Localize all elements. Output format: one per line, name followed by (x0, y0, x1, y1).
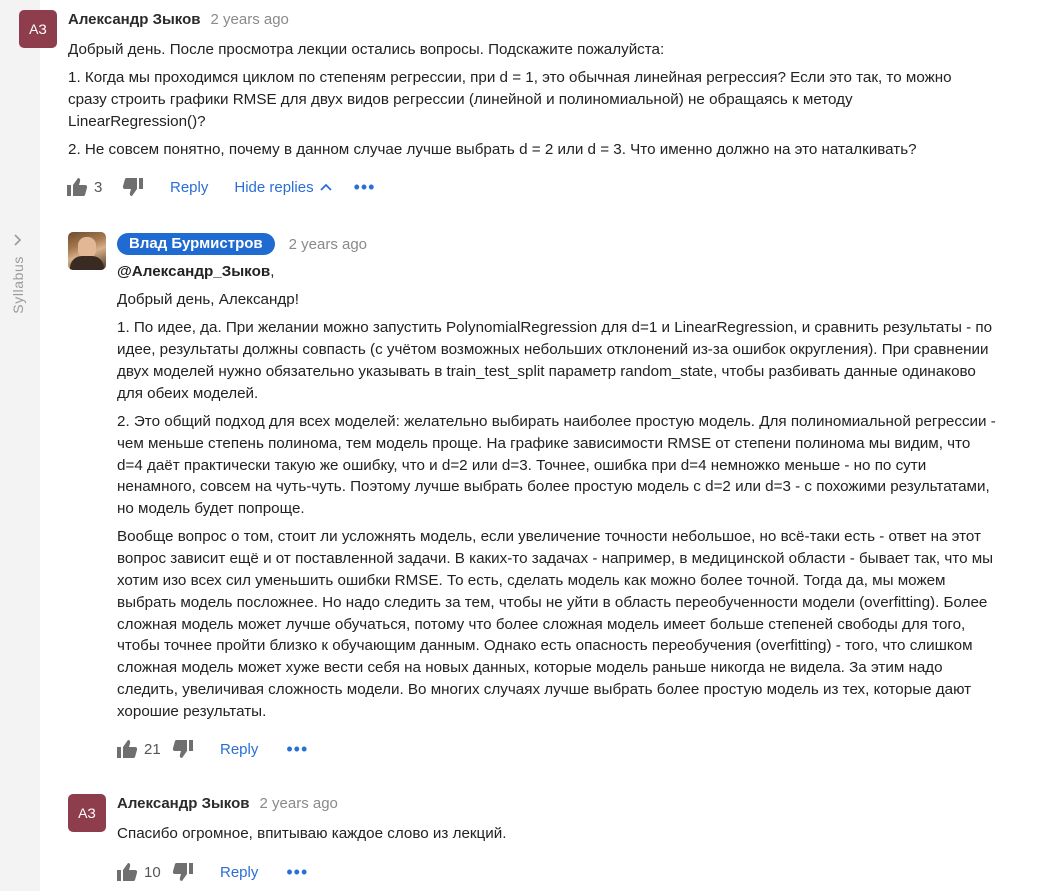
comment-header: Влад Бурмистров 2 years ago (117, 233, 367, 255)
reply-button[interactable]: Reply (220, 864, 258, 881)
avatar-photo-body (70, 256, 104, 270)
chevron-up-icon (319, 178, 332, 196)
comment-paragraph: 1. По идее, да. При желании можно запуст… (117, 319, 993, 402)
comment-paragraph: Спасибо огромное, впитываю каждое слово … (117, 825, 507, 842)
like-count: 21 (144, 740, 161, 758)
chevron-right-icon (13, 232, 23, 250)
mention-suffix: , (270, 263, 275, 280)
timestamp: 2 years ago (259, 795, 338, 812)
more-options-icon[interactable]: ••• (286, 863, 308, 881)
syllabus-toggle[interactable]: Syllabus (4, 232, 32, 322)
timestamp: 2 years ago (210, 11, 289, 28)
thumbs-down-icon[interactable] (172, 861, 194, 883)
comment-paragraph: 2. Не совсем понятно, почему в данном сл… (68, 140, 917, 158)
comment-header: Александр Зыков 2 years ago (68, 11, 289, 28)
author-badge[interactable]: Влад Бурмистров (117, 233, 275, 255)
author-name[interactable]: Александр Зыков (68, 11, 201, 28)
comment-paragraph: 1. Когда мы проходимся циклом по степеня… (68, 69, 952, 130)
mention-line: @Александр_Зыков, (117, 261, 997, 283)
thumbs-down-icon[interactable] (172, 738, 194, 760)
more-options-icon[interactable]: ••• (354, 178, 376, 196)
thumbs-up-icon[interactable] (116, 738, 138, 760)
comment-actions: 3 Reply Hide replies ••• (66, 175, 375, 199)
comment-header: Александр Зыков 2 years ago (117, 795, 338, 812)
hide-replies-label: Hide replies (234, 178, 314, 196)
thumbs-up-icon[interactable] (116, 861, 138, 883)
comment-actions: 21 Reply ••• (116, 737, 308, 761)
user-mention[interactable]: @Александр_Зыков (117, 263, 270, 280)
avatar-initials: АЗ (29, 21, 47, 37)
comment-actions: 10 Reply ••• (116, 860, 308, 884)
thumbs-down-icon[interactable] (122, 176, 144, 198)
syllabus-label: Syllabus (10, 256, 26, 314)
thumbs-up-icon[interactable] (66, 176, 88, 198)
comment-paragraph: Добрый день, Александр! (117, 291, 299, 309)
timestamp: 2 years ago (288, 235, 368, 253)
comment-body: Спасибо огромное, впитываю каждое слово … (117, 823, 997, 851)
comment-body: Добрый день. После просмотра лекции оста… (68, 39, 968, 167)
left-rail: Syllabus (0, 0, 40, 891)
reply-button[interactable]: Reply (170, 179, 208, 196)
avatar[interactable] (68, 232, 106, 270)
avatar-initials: АЗ (78, 805, 96, 821)
avatar[interactable]: АЗ (68, 794, 106, 832)
comment-paragraph: Добрый день. После просмотра лекции оста… (68, 41, 665, 58)
like-count: 3 (94, 178, 103, 196)
hide-replies-button[interactable]: Hide replies (234, 178, 332, 196)
comment-paragraph: Вообще вопрос о том, стоит ли усложнять … (117, 528, 994, 720)
like-count: 10 (144, 863, 161, 881)
comment-body: @Александр_Зыков, Добрый день, Александр… (117, 261, 997, 729)
avatar[interactable]: АЗ (19, 10, 57, 48)
comment-paragraph: 2. Это общий подход для всех моделей: же… (117, 412, 996, 518)
more-options-icon[interactable]: ••• (286, 740, 308, 758)
comments-panel: АЗ Александр Зыков 2 years ago Добрый де… (19, 0, 1047, 891)
author-name[interactable]: Александр Зыков (117, 795, 250, 812)
reply-button[interactable]: Reply (220, 741, 258, 758)
